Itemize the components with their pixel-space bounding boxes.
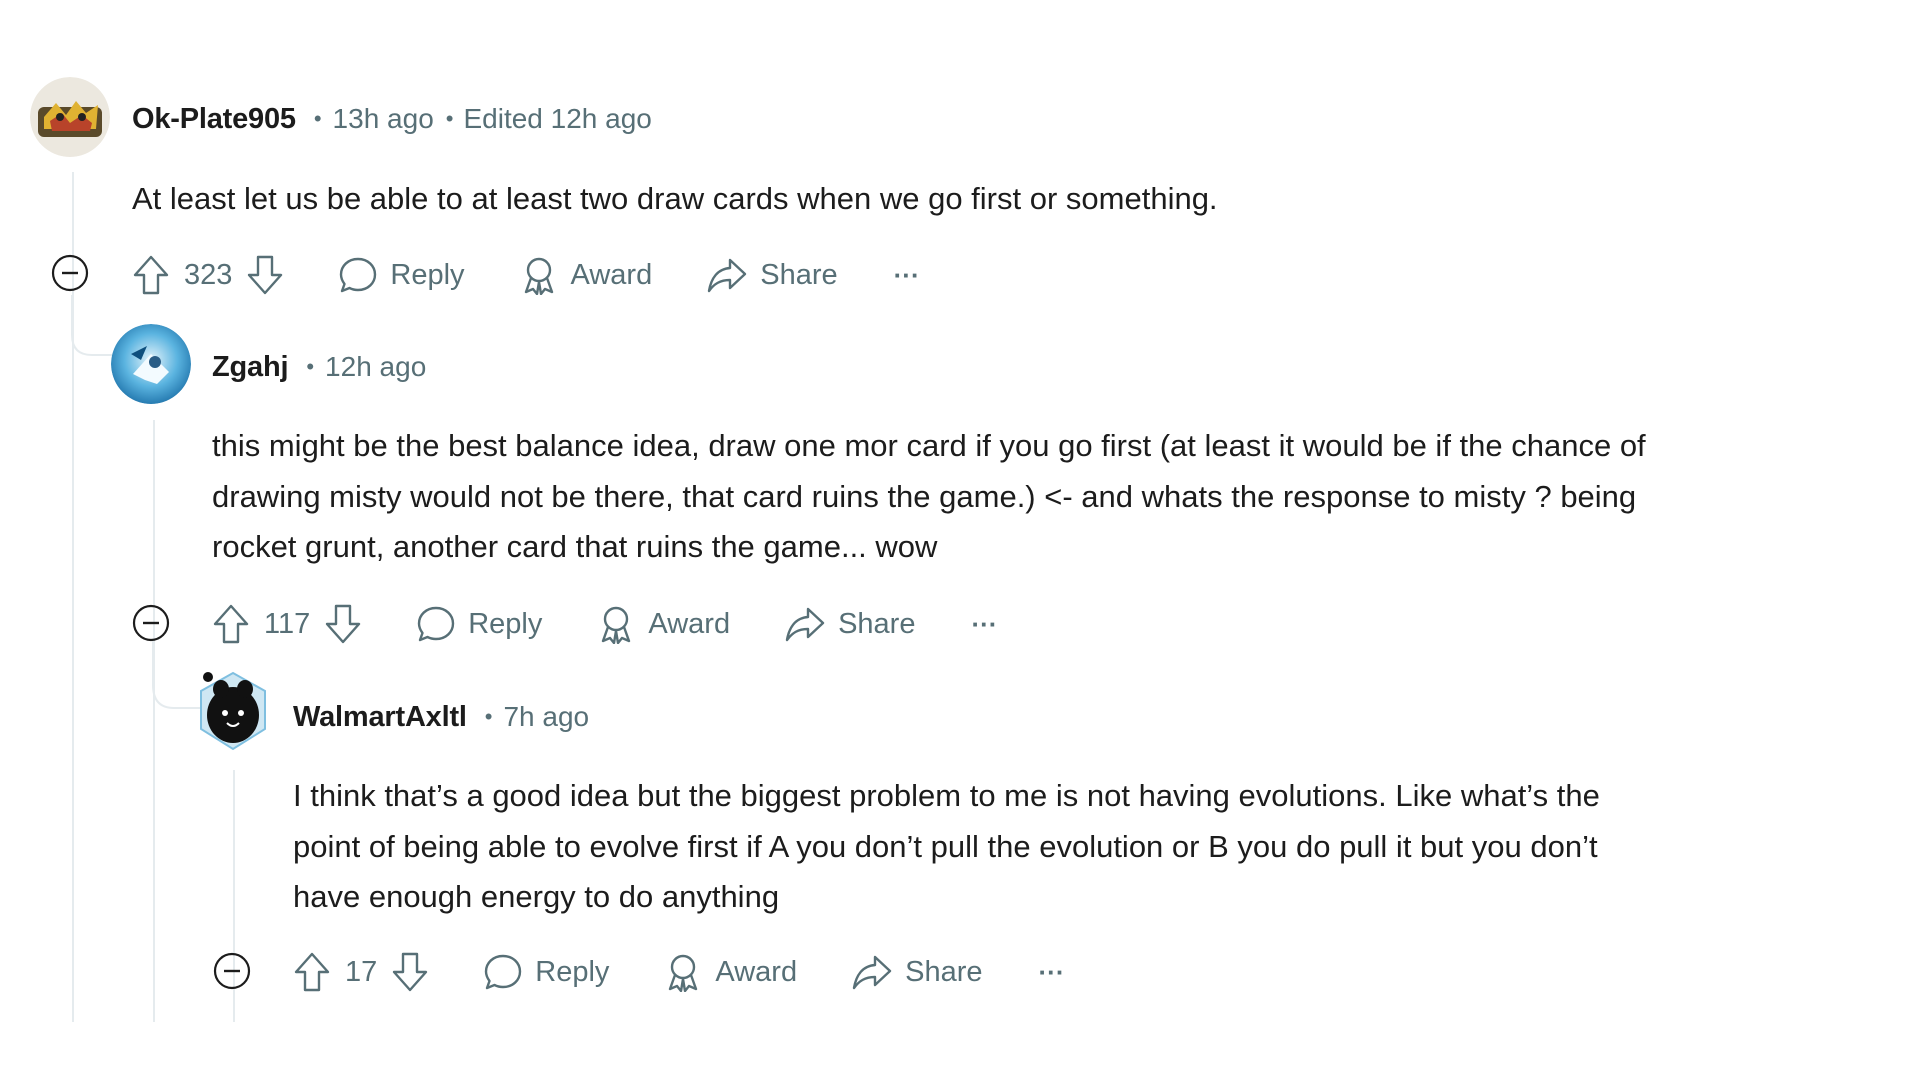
minus-circle-icon[interactable] (213, 952, 251, 990)
share-button[interactable]: Share (784, 604, 915, 644)
comment-body-line: this might be the best balance idea, dra… (212, 428, 1646, 463)
award-button[interactable]: Award (596, 604, 730, 644)
upvote-button[interactable] (293, 951, 331, 993)
avatar[interactable] (193, 669, 273, 751)
share-label: Share (838, 607, 916, 640)
reply-label: Reply (390, 258, 465, 291)
reply-button[interactable]: Reply (416, 604, 542, 644)
share-arrow-icon (785, 607, 825, 642)
award-ribbon-icon (524, 257, 553, 295)
meta-separator: • (313, 106, 322, 131)
reply-label: Reply (535, 955, 610, 988)
more-options-button[interactable]: ··· (1039, 957, 1065, 988)
share-label: Share (760, 258, 838, 291)
share-button[interactable]: Share (706, 255, 838, 295)
meta-separator: • (445, 106, 454, 131)
timestamp[interactable]: 13h ago (333, 103, 434, 135)
comment-body-line: rocket grunt, another card that ruins th… (212, 529, 938, 564)
comment-header: Zgahj • 12h ago (212, 346, 426, 388)
avatar[interactable] (111, 324, 191, 404)
username[interactable]: Zgahj (212, 351, 289, 384)
more-options-button[interactable]: ··· (971, 609, 997, 640)
upvote-button[interactable] (212, 603, 250, 645)
comment-body: I think that’s a good idea but the bigge… (293, 771, 1893, 923)
username[interactable]: WalmartAxltl (293, 701, 467, 734)
award-label: Award (715, 955, 798, 988)
arrow-up-icon (294, 952, 330, 992)
comment-thread: Ok-Plate905 • 13h ago • Edited 12h ago A… (0, 0, 1920, 1080)
downvote-button[interactable] (391, 951, 429, 993)
reply-button[interactable]: Reply (338, 255, 465, 295)
minus-circle-icon[interactable] (51, 254, 89, 292)
speech-bubble-icon (418, 606, 455, 642)
avatar[interactable] (30, 77, 110, 157)
username[interactable]: Ok-Plate905 (132, 103, 296, 136)
vote-count: 17 (345, 955, 378, 988)
timestamp[interactable]: 7h ago (503, 701, 589, 733)
speech-bubble-icon (340, 257, 377, 293)
more-options-button[interactable]: ··· (894, 260, 920, 291)
award-ribbon-icon (669, 954, 698, 992)
meta-separator: • (484, 704, 493, 729)
minus-circle-icon[interactable] (132, 604, 170, 642)
thread-line-level-2[interactable] (153, 420, 155, 1022)
share-label: Share (905, 955, 983, 988)
comment-body: this might be the best balance idea, dra… (212, 421, 1892, 573)
share-arrow-icon (708, 258, 747, 293)
ellipsis-icon: ··· (971, 608, 998, 639)
comment-actions: 17 Reply Award Share ··· (293, 947, 1064, 997)
ellipsis-icon: ··· (893, 259, 920, 290)
comment-body-line: I think that’s a good idea but the bigge… (293, 778, 1600, 813)
arrow-up-icon (133, 255, 169, 295)
speech-bubble-icon (485, 954, 522, 990)
award-label: Award (648, 607, 731, 640)
reply-button[interactable]: Reply (483, 952, 609, 992)
vote-count: 323 (184, 258, 233, 291)
comment-body-line: point of being able to evolve first if A… (293, 828, 1598, 864)
comment-body: At least let us be able to at least two … (132, 181, 1218, 216)
ellipsis-icon: ··· (1038, 956, 1065, 987)
reply-label: Reply (468, 607, 543, 640)
arrow-up-icon (213, 604, 249, 644)
comment-body-line: drawing misty would not be there, that c… (212, 478, 1637, 514)
comment-body-line: have enough energy to do anything (293, 879, 780, 914)
timestamp[interactable]: 12h ago (325, 351, 426, 383)
share-button[interactable]: Share (851, 952, 983, 992)
award-button[interactable]: Award (519, 255, 653, 295)
downvote-button[interactable] (246, 254, 284, 296)
arrow-down-icon (248, 255, 283, 295)
downvote-button[interactable] (324, 603, 362, 645)
edited-label: Edited 12h ago (463, 103, 652, 134)
award-label: Award (570, 258, 653, 291)
award-button[interactable]: Award (663, 952, 797, 992)
comment-actions: 323 Reply Award Share ··· (132, 250, 920, 300)
upvote-button[interactable] (132, 254, 170, 296)
comment-header: WalmartAxltl • 7h ago (293, 696, 589, 738)
meta-separator: • (306, 354, 315, 379)
comment-actions: 117 Reply Award Share ··· (212, 599, 997, 649)
share-arrow-icon (852, 955, 892, 990)
award-ribbon-icon (602, 606, 631, 644)
comment-header: Ok-Plate905 • 13h ago • Edited 12h ago (132, 98, 652, 140)
arrow-down-icon (393, 952, 428, 992)
vote-count: 117 (264, 607, 311, 640)
arrow-down-icon (326, 604, 361, 644)
